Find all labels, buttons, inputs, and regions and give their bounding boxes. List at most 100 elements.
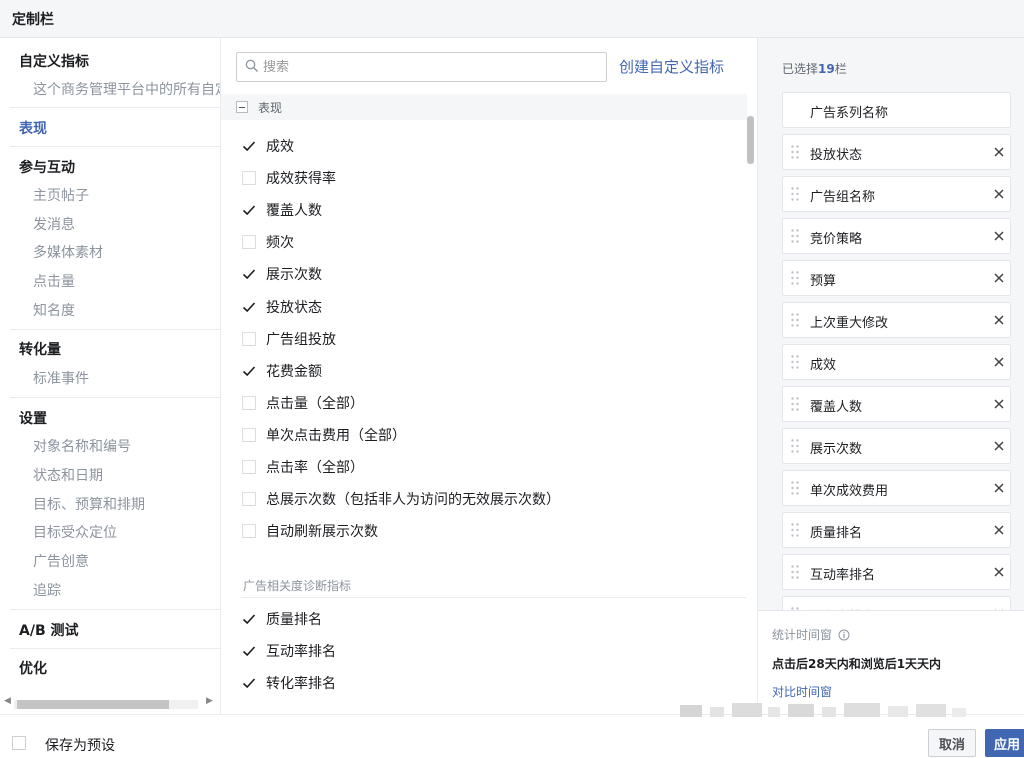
apply-button[interactable]: 应用	[985, 729, 1024, 757]
metric-row[interactable]: 点击量（全部）	[241, 392, 364, 414]
category-custom-metrics[interactable]: 自定义指标	[19, 51, 89, 71]
remove-icon[interactable]	[992, 439, 1006, 453]
unchecked-checkbox[interactable]	[242, 171, 256, 186]
create-custom-metric-link[interactable]: 创建自定义指标	[619, 56, 724, 77]
checked-checkbox[interactable]	[241, 611, 257, 627]
metric-row[interactable]: 自动刷新展示次数	[241, 520, 378, 542]
remove-icon[interactable]	[992, 397, 1006, 411]
remove-icon[interactable]	[992, 313, 1006, 327]
category-item-clicks[interactable]: 点击量	[33, 271, 75, 291]
category-item-messaging[interactable]: 发消息	[33, 214, 75, 234]
category-engagement[interactable]: 参与互动	[19, 157, 75, 177]
metric-row[interactable]: 互动率排名	[241, 640, 336, 662]
metric-row[interactable]: 质量排名	[241, 608, 322, 630]
search-input[interactable]	[263, 56, 593, 78]
vertical-scroll-thumb[interactable]	[747, 116, 754, 164]
horizontal-scrollbar[interactable]: ◀ ▶	[0, 694, 220, 714]
metric-row[interactable]: 单次点击费用（全部）	[241, 424, 406, 446]
drag-handle-icon[interactable]	[790, 186, 800, 202]
selected-item[interactable]: 展示次数	[782, 428, 1011, 464]
category-item-object-names[interactable]: 对象名称和编号	[33, 436, 131, 456]
category-item-page-posts[interactable]: 主页帖子	[33, 185, 89, 205]
checked-checkbox[interactable]	[241, 363, 257, 379]
scroll-left-arrow-icon[interactable]: ◀	[4, 696, 11, 706]
category-item-media[interactable]: 多媒体素材	[33, 242, 103, 262]
unchecked-checkbox[interactable]	[242, 524, 256, 539]
category-optimization[interactable]: 优化	[19, 658, 47, 678]
remove-icon[interactable]	[992, 229, 1006, 243]
remove-icon[interactable]	[992, 355, 1006, 369]
remove-icon[interactable]	[992, 271, 1006, 285]
metric-row[interactable]: 总展示次数（包括非人为访问的无效展示次数）	[241, 488, 560, 510]
scroll-right-arrow-icon[interactable]: ▶	[206, 696, 213, 706]
unchecked-checkbox[interactable]	[242, 331, 256, 346]
remove-icon[interactable]	[992, 187, 1006, 201]
category-settings[interactable]: 设置	[19, 408, 47, 428]
category-performance[interactable]: 表现	[19, 118, 47, 138]
drag-handle-icon[interactable]	[790, 396, 800, 412]
drag-handle-icon[interactable]	[790, 564, 800, 580]
remove-icon[interactable]	[992, 481, 1006, 495]
metric-row[interactable]: 展示次数	[241, 263, 322, 285]
checked-checkbox[interactable]	[241, 299, 257, 315]
selected-item[interactable]: 投放状态	[782, 134, 1011, 170]
unchecked-checkbox[interactable]	[242, 395, 256, 410]
selected-item[interactable]: 转化率排名	[782, 596, 1011, 610]
metric-row[interactable]: 成效获得率	[241, 167, 336, 189]
selected-item[interactable]: 竞价策略	[782, 218, 1011, 254]
drag-handle-icon[interactable]	[790, 312, 800, 328]
selected-item[interactable]: 互动率排名	[782, 554, 1011, 590]
unchecked-checkbox[interactable]	[242, 235, 256, 250]
drag-handle-icon[interactable]	[790, 228, 800, 244]
section-header-performance[interactable]: 表现	[221, 94, 747, 120]
selected-item[interactable]: 预算	[782, 260, 1011, 296]
selected-item[interactable]: 上次重大修改	[782, 302, 1011, 338]
metric-row[interactable]: 覆盖人数	[241, 199, 322, 221]
save-preset-label[interactable]: 保存为预设	[45, 735, 115, 755]
category-item-objective-budget[interactable]: 目标、预算和排期	[33, 494, 145, 514]
checked-checkbox[interactable]	[241, 643, 257, 659]
selected-item[interactable]: 成效	[782, 344, 1011, 380]
metric-row[interactable]: 广告组投放	[241, 328, 336, 350]
category-item-awareness[interactable]: 知名度	[33, 300, 75, 320]
cancel-button[interactable]: 取消	[928, 729, 976, 757]
remove-icon[interactable]	[992, 565, 1006, 579]
metric-row[interactable]: 转化率排名	[241, 672, 336, 694]
collapse-icon[interactable]	[236, 101, 248, 113]
remove-icon[interactable]	[992, 145, 1006, 159]
metric-row[interactable]: 成效	[241, 135, 294, 157]
drag-handle-icon[interactable]	[790, 144, 800, 160]
metric-row[interactable]: 投放状态	[241, 296, 322, 318]
metric-row[interactable]: 频次	[241, 231, 294, 253]
drag-handle-icon[interactable]	[790, 480, 800, 496]
category-ab-test[interactable]: A/B 测试	[19, 620, 79, 640]
info-icon[interactable]	[838, 629, 850, 641]
category-item-status-dates[interactable]: 状态和日期	[33, 465, 103, 485]
category-conversions[interactable]: 转化量	[19, 339, 61, 359]
metric-row[interactable]: 花费金额	[241, 360, 322, 382]
drag-handle-icon[interactable]	[790, 354, 800, 370]
metric-row[interactable]: 点击率（全部）	[241, 456, 364, 478]
selected-item[interactable]: 质量排名	[782, 512, 1011, 548]
selected-item[interactable]: 覆盖人数	[782, 386, 1011, 422]
custom-metrics-description[interactable]: 这个商务管理平台中的所有自定义指标	[33, 79, 220, 99]
selected-item[interactable]: 单次成效费用	[782, 470, 1011, 506]
unchecked-checkbox[interactable]	[242, 460, 256, 474]
scroll-thumb[interactable]	[17, 700, 169, 709]
unchecked-checkbox[interactable]	[242, 427, 256, 442]
category-item-standard-events[interactable]: 标准事件	[33, 368, 89, 388]
drag-handle-icon[interactable]	[790, 522, 800, 538]
category-item-creative[interactable]: 广告创意	[33, 551, 89, 571]
save-preset-checkbox[interactable]	[12, 736, 26, 750]
checked-checkbox[interactable]	[241, 138, 257, 154]
drag-handle-icon[interactable]	[790, 438, 800, 454]
category-item-tracking[interactable]: 追踪	[33, 580, 61, 600]
checked-checkbox[interactable]	[241, 675, 257, 691]
unchecked-checkbox[interactable]	[242, 492, 256, 507]
search-box[interactable]	[236, 52, 607, 82]
checked-checkbox[interactable]	[241, 266, 257, 282]
checked-checkbox[interactable]	[241, 202, 257, 218]
selected-item[interactable]: 广告组名称	[782, 176, 1011, 212]
remove-icon[interactable]	[992, 523, 1006, 537]
category-item-targeting[interactable]: 目标受众定位	[33, 522, 117, 542]
